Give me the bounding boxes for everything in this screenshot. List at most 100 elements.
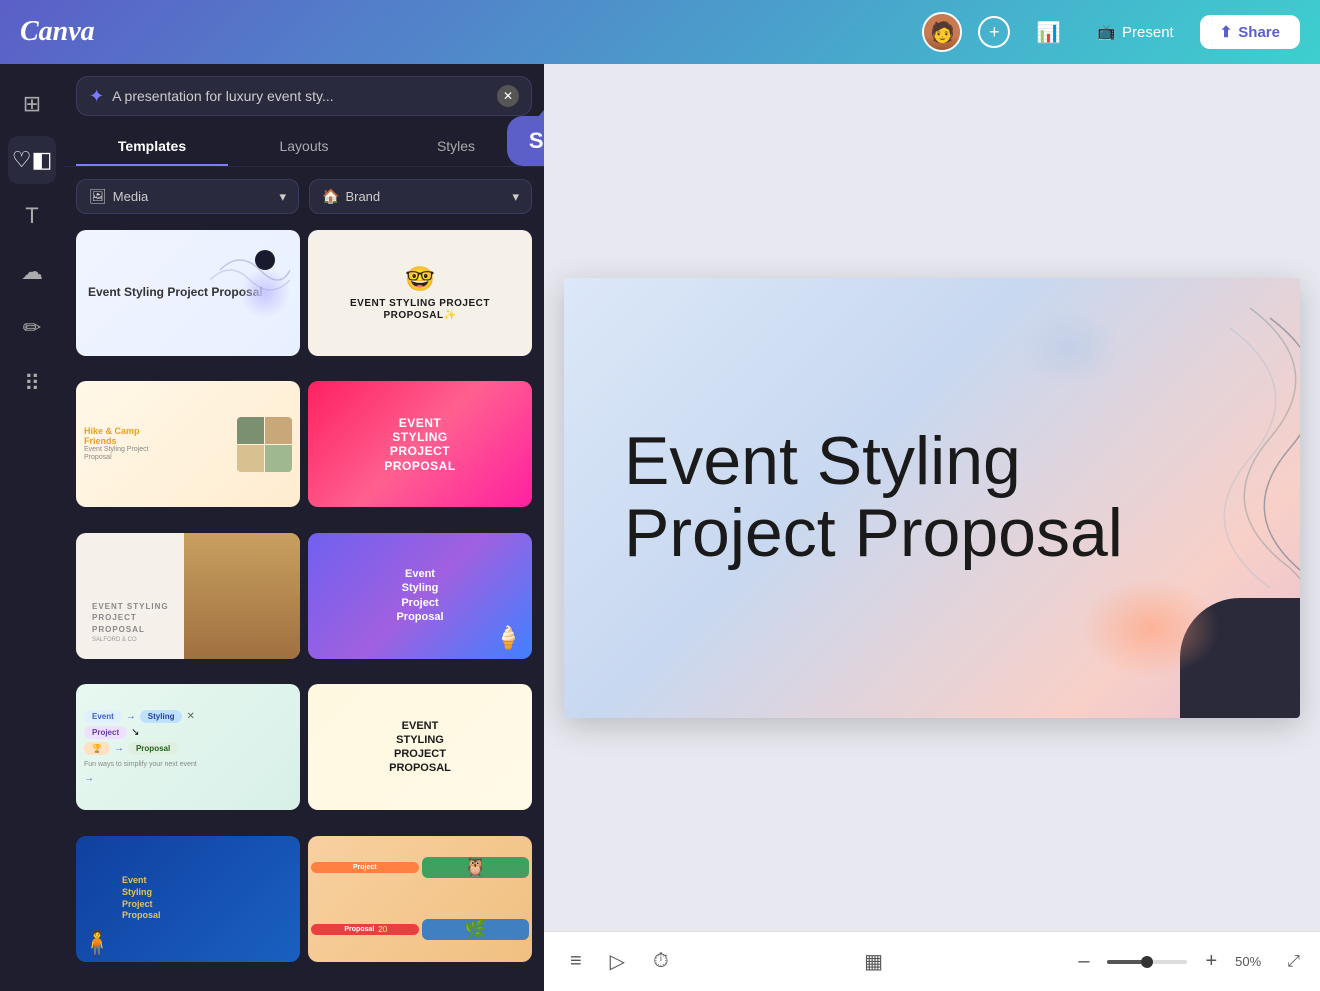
play-icon: ▷ <box>610 949 625 974</box>
brand-filter-button[interactable]: 🏠 Brand ▾ <box>309 179 532 214</box>
media-filter-button[interactable]: 🖼 Media ▾ <box>76 179 299 214</box>
card-7-row-2: Project ↘ <box>84 726 292 739</box>
canva-logo: Canva <box>20 16 95 48</box>
grid-view-button[interactable]: ▦ <box>858 943 889 980</box>
template-card-9[interactable]: 🧍 EventStylingProjectProposal <box>76 836 300 962</box>
card-4-title: EVENTSTYLINGPROJECTPROPOSAL <box>384 416 455 474</box>
slide-title: Event Styling Project Proposal <box>564 386 1300 609</box>
card-2-title: EVENT STYLING PROJECTPROPOSAL✨ <box>350 298 490 322</box>
zoom-thumb <box>1141 956 1153 968</box>
tag-styling: Styling <box>140 710 183 723</box>
tag-event: Event <box>84 710 122 723</box>
fullscreen-icon[interactable]: ⤢ <box>1287 953 1300 971</box>
avatar-face: 🧑 <box>924 14 960 50</box>
grid-icon: ▦ <box>864 949 883 974</box>
left-panel: ✦ ✕ Sarah Templates Layouts Styles <box>64 64 544 991</box>
template-card-5[interactable]: Event StylingPROJECTPROPOSAL SALFORD & C… <box>76 533 300 659</box>
template-card-8[interactable]: EVENTSTYLINGPROJECTPROPOSAL <box>308 684 532 810</box>
slide-canvas[interactable]: Event Styling Project Proposal <box>564 278 1300 718</box>
template-card-6[interactable]: EventStylingProjectProposal 🍦 <box>308 533 532 659</box>
icon-bar: ⊞ ♡◧ T ☁ ✏ ⠿ <box>0 64 64 991</box>
play-button[interactable]: ▷ <box>604 943 631 980</box>
main-layout: ⊞ ♡◧ T ☁ ✏ ⠿ ✦ ✕ Sarah Templates <box>0 64 1320 991</box>
tag-icon: 🏆 <box>84 742 110 755</box>
card-3-img-4 <box>265 445 292 472</box>
canvas-scroll: Event Styling Project Proposal <box>544 64 1320 931</box>
template-card-3[interactable]: Hike & CampFriends Event Styling Project… <box>76 381 300 507</box>
bottom-toolbar: ≡ ▷ ⏱ ▦ – + 50% <box>544 931 1320 991</box>
media-chevron-icon: ▾ <box>279 189 286 205</box>
card-5-text-block: Event StylingPROJECTPROPOSAL SALFORD & C… <box>84 593 177 651</box>
card-5-title: Event StylingPROJECTPROPOSAL <box>92 601 169 635</box>
card-3-img-3 <box>237 445 264 472</box>
card-1-svg <box>210 240 290 300</box>
card-3-subtitle: Event Styling ProjectProposal <box>84 446 231 463</box>
zoom-out-button[interactable]: – <box>1072 944 1095 979</box>
card-2-character: 🤓 <box>405 265 435 294</box>
card-10-cell-2: 🦉 <box>422 857 530 878</box>
card-3-photos <box>237 417 292 472</box>
zoom-slider[interactable] <box>1107 960 1187 964</box>
toolbar-center: ▦ <box>858 943 889 980</box>
card-7-arrow-bottom: → <box>84 773 292 784</box>
brand-chevron-icon: ▾ <box>512 189 519 205</box>
search-input[interactable] <box>112 88 489 104</box>
filter-row: 🖼 Media ▾ 🏠 Brand ▾ <box>64 167 544 226</box>
text-icon-button[interactable]: T <box>8 192 56 240</box>
topbar-right: 🧑 + 📊 📺 Present ⬆ Share <box>922 12 1300 52</box>
search-wrapper: ✦ ✕ Sarah <box>76 76 532 116</box>
search-bar: ✦ ✕ <box>76 76 532 116</box>
media-icon: 🖼 <box>89 188 107 205</box>
search-area: ✦ ✕ Sarah <box>64 64 544 116</box>
analytics-button[interactable]: 📊 <box>1026 14 1071 51</box>
card-10-cell-1: Project <box>311 862 419 873</box>
card-7-row-3: 🏆 → Proposal <box>84 742 292 755</box>
blob-blue <box>1020 308 1120 388</box>
brand-icon: 🏠 <box>322 188 339 205</box>
card-8-title: EVENTSTYLINGPROJECTPROPOSAL <box>389 719 451 776</box>
card-3-img-1 <box>237 417 264 444</box>
search-clear-button[interactable]: ✕ <box>497 85 519 107</box>
panels-icon-button[interactable]: ⊞ <box>8 80 56 128</box>
template-card-10[interactable]: Project 🦉 Proposal 20 🌿 <box>308 836 532 962</box>
card-9-title: EventStylingProjectProposal <box>122 875 161 922</box>
tag-proposal: Proposal <box>128 742 178 755</box>
template-card-7[interactable]: Event → Styling ✕ Project ↘ 🏆 → Proposal… <box>76 684 300 810</box>
card-9-person: 🧍 <box>82 929 112 958</box>
zoom-percent: 50% <box>1235 954 1275 969</box>
card-3-img-2 <box>265 417 292 444</box>
card-7-row-1: Event → Styling ✕ <box>84 710 292 723</box>
tab-templates[interactable]: Templates <box>76 128 228 166</box>
card-10-cell-4: 🌿 <box>422 919 530 940</box>
topbar: Canva 🧑 + 📊 📺 Present ⬆ Share <box>0 0 1320 64</box>
timer-button[interactable]: ⏱ <box>647 944 675 979</box>
present-button[interactable]: 📺 Present <box>1087 17 1183 47</box>
tab-layouts[interactable]: Layouts <box>228 128 380 166</box>
card-9-text-block: EventStylingProjectProposal <box>122 875 161 922</box>
notes-button[interactable]: ≡ <box>564 944 588 979</box>
template-card-4[interactable]: EVENTSTYLINGPROJECTPROPOSAL <box>308 381 532 507</box>
template-card-2[interactable]: 🤓 EVENT STYLING PROJECTPROPOSAL✨ <box>308 230 532 356</box>
apps-icon-button[interactable]: ⠿ <box>8 360 56 408</box>
avatar[interactable]: 🧑 <box>922 12 962 52</box>
share-button[interactable]: ⬆ Share <box>1200 15 1300 49</box>
card-6-decoration: 🍦 <box>495 625 522 651</box>
template-grid: Event Styling Project Proposal 🤓 EVENT S… <box>64 226 544 991</box>
card-5-brand: SALFORD & CO <box>92 637 169 643</box>
present-icon: 📺 <box>1097 23 1116 41</box>
add-button[interactable]: + <box>978 16 1010 48</box>
card-7-subtitle: Fun ways to simplify your next event <box>84 761 292 768</box>
card-3-brand: Hike & CampFriends <box>84 426 231 446</box>
ai-search-icon: ✦ <box>89 86 104 107</box>
template-card-1[interactable]: Event Styling Project Proposal <box>76 230 300 356</box>
timer-icon: ⏱ <box>653 950 669 973</box>
draw-icon-button[interactable]: ✏ <box>8 304 56 352</box>
card-3-left: Hike & CampFriends Event Styling Project… <box>84 426 231 463</box>
zoom-in-button[interactable]: + <box>1199 944 1223 979</box>
analytics-icon: 📊 <box>1036 20 1061 45</box>
elements-icon-button[interactable]: ♡◧ <box>8 136 56 184</box>
upload-icon-button[interactable]: ☁ <box>8 248 56 296</box>
card-5-photo <box>184 533 300 659</box>
tag-project: Project <box>84 726 127 739</box>
toolbar-right: – + 50% ⤢ <box>1072 944 1300 979</box>
